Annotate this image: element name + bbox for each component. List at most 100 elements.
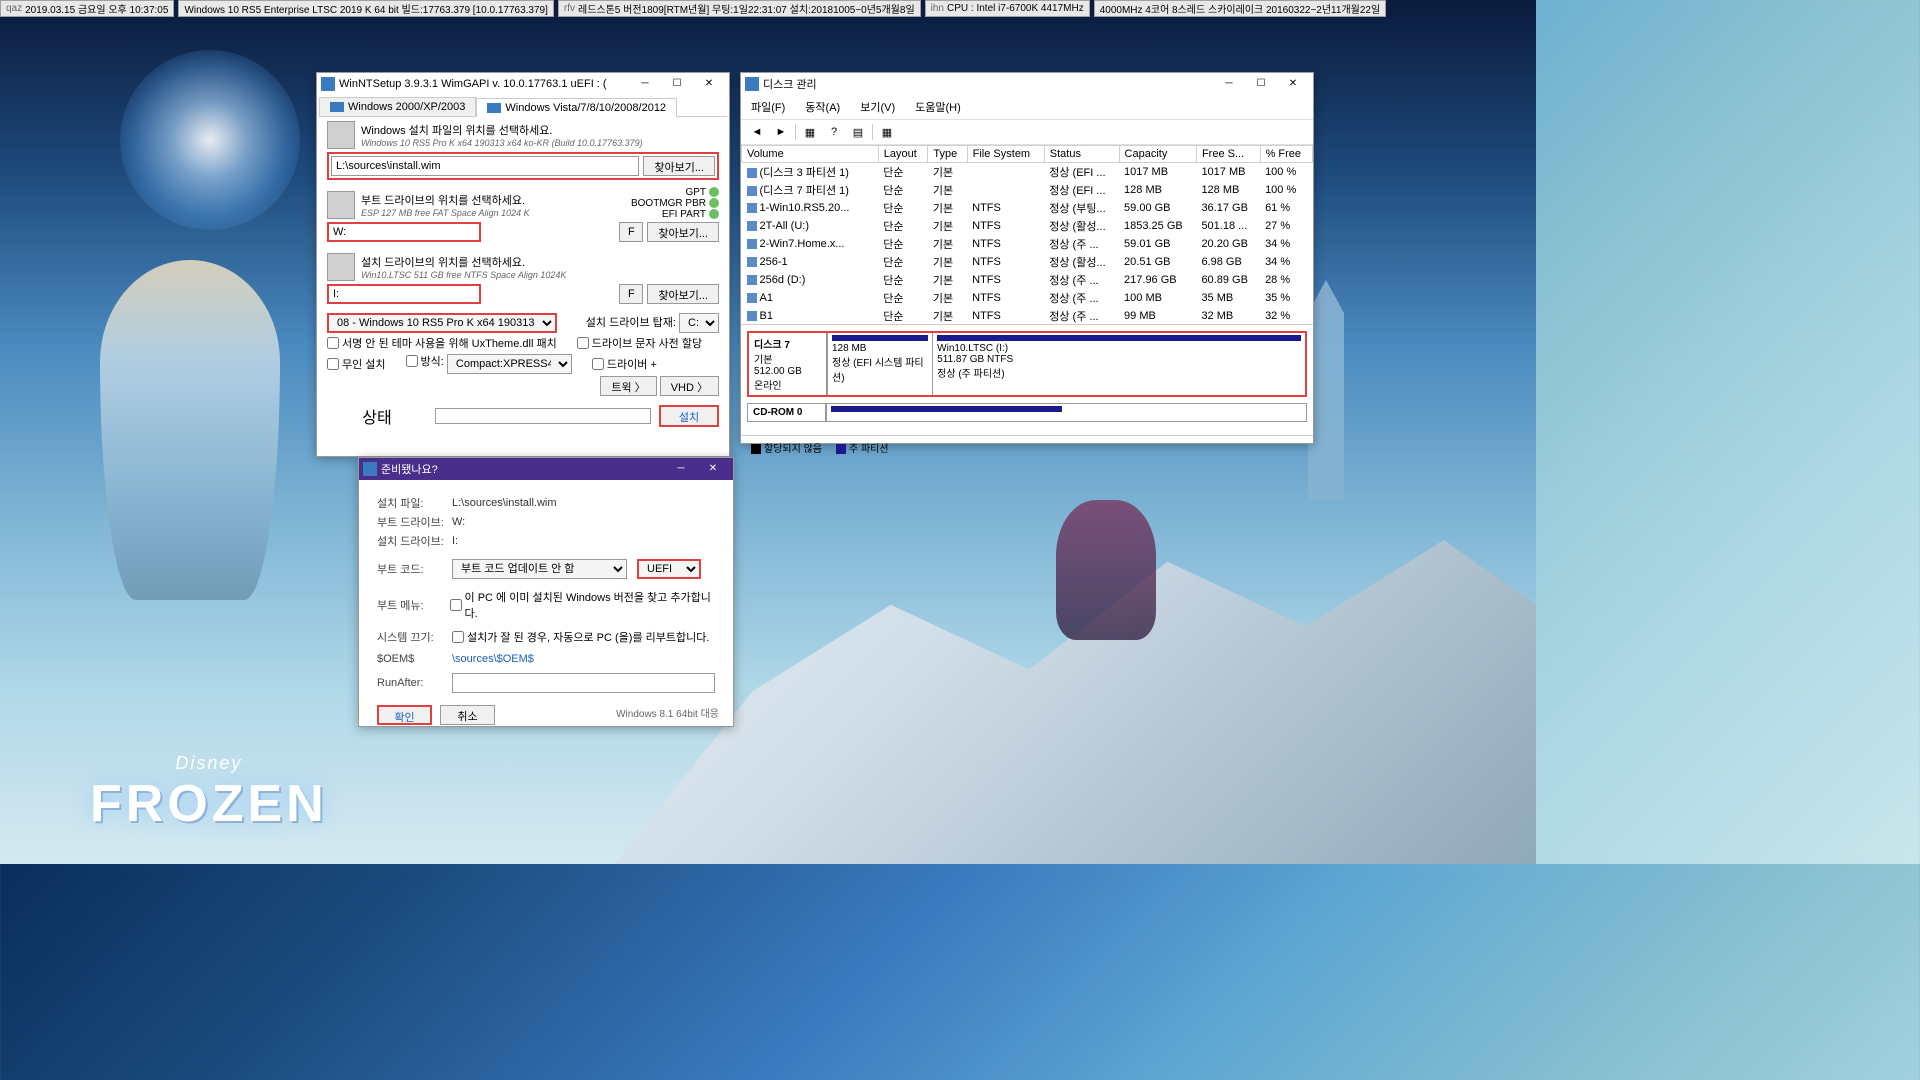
menu-view[interactable]: 보기(V) — [856, 97, 899, 117]
status-dot-icon — [709, 187, 719, 197]
titlebar[interactable]: WinNTSetup 3.9.3.1 WimGAPI v. 10.0.17763… — [317, 73, 729, 95]
col-type[interactable]: Type — [928, 146, 967, 163]
browse-button[interactable]: 찾아보기... — [643, 156, 715, 176]
col-capacity[interactable]: Capacity — [1119, 146, 1196, 163]
table-row[interactable]: 1-Win10.RS5.20...단순기본NTFS정상 (부팅...59.00 … — [742, 199, 1313, 217]
oem-link[interactable]: \sources\$OEM$ — [452, 653, 534, 665]
disk-graphical-panel[interactable]: 디스크 7 기본 512.00 GB 온라인 128 MB 정상 (EFI 시스… — [741, 325, 1313, 435]
install-source-input[interactable] — [331, 156, 639, 176]
vhd-button[interactable]: VHD 〉 — [660, 376, 719, 396]
cancel-button[interactable]: 취소 — [440, 705, 495, 725]
mode-check[interactable]: 방식: — [406, 353, 444, 369]
flag-icon — [487, 103, 501, 113]
bootmgr-label: BOOTMGR PBR — [631, 198, 706, 209]
info-item: rfv레드스톤5 버전1809[RTM년월] 무팅:1일22:31:07 설치:… — [558, 0, 921, 17]
titlebar[interactable]: 디스크 관리 ─ ☐ ✕ — [741, 73, 1313, 95]
gpt-label: GPT — [685, 187, 706, 198]
section-title: Windows 설치 파일의 위치를 선택하세요. — [361, 122, 643, 138]
bootmenu-check[interactable]: 이 PC 에 이미 설치된 Windows 버전을 찾고 추가합니다. — [450, 589, 715, 621]
label: RunAfter: — [377, 677, 452, 689]
edition-select[interactable]: 08 - Windows 10 RS5 Pro K x64 190313 v18… — [327, 313, 557, 333]
flag-icon — [330, 102, 344, 112]
tweak-button[interactable]: 트윅 〉 — [600, 376, 656, 396]
install-button[interactable]: 설치 — [659, 405, 719, 427]
partition-efi[interactable]: 128 MB 정상 (EFI 시스템 파티션) — [827, 333, 932, 395]
col-layout[interactable]: Layout — [878, 146, 928, 163]
install-drive-input[interactable] — [327, 284, 481, 304]
tab-xp[interactable]: Windows 2000/XP/2003 — [319, 97, 476, 116]
close-button[interactable]: ✕ — [693, 74, 725, 94]
shutdown-check[interactable]: 설치가 잘 된 경우, 자동으로 PC (을)를 리부트합니다. — [452, 629, 709, 645]
minimize-button[interactable]: ─ — [629, 74, 661, 94]
label: 시스템 끄기: — [377, 629, 452, 645]
disk-row[interactable]: 디스크 7 기본 512.00 GB 온라인 128 MB 정상 (EFI 시스… — [747, 331, 1307, 397]
menubar: 파일(F) 동작(A) 보기(V) 도움말(H) — [741, 95, 1313, 120]
format-button[interactable]: F — [619, 222, 643, 242]
uefi-select[interactable]: UEFI — [637, 559, 701, 579]
mount-select[interactable]: C: — [679, 313, 719, 333]
status-dot-icon — [709, 198, 719, 208]
app-icon — [745, 77, 759, 91]
volume-list[interactable]: Volume Layout Type File System Status Ca… — [741, 145, 1313, 325]
menu-file[interactable]: 파일(F) — [747, 97, 789, 117]
format-button[interactable]: F — [619, 284, 643, 304]
label: 설치 파일: — [377, 495, 452, 511]
tab-vista[interactable]: Windows Vista/7/8/10/2008/2012 — [476, 98, 677, 117]
table-row[interactable]: A1단순기본NTFS정상 (주 ...100 MB35 MB35 % — [742, 289, 1313, 307]
col-status[interactable]: Status — [1044, 146, 1119, 163]
browse-button[interactable]: 찾아보기... — [647, 222, 719, 242]
col-free[interactable]: Free S... — [1196, 146, 1260, 163]
table-row[interactable]: 256-1단순기본NTFS정상 (활성...20.51 GB6.98 GB34 … — [742, 253, 1313, 271]
maximize-button[interactable]: ☐ — [661, 74, 693, 94]
settings-icon[interactable]: ▤ — [848, 122, 868, 142]
help-icon[interactable]: ? — [824, 122, 844, 142]
app-icon — [321, 77, 335, 91]
boot-code-select[interactable]: 부트 코드 업데이트 안 함 — [452, 559, 627, 579]
mode-select[interactable]: Compact:XPRESS4K — [447, 354, 572, 374]
maximize-button[interactable]: ☐ — [1245, 74, 1277, 94]
menu-help[interactable]: 도움말(H) — [911, 97, 965, 117]
label: $OEM$ — [377, 653, 452, 665]
table-row[interactable]: (디스크 3 파티션 1)단순기본정상 (EFI ...1017 MB1017 … — [742, 163, 1313, 182]
drive-icon — [327, 253, 355, 281]
close-button[interactable]: ✕ — [1277, 74, 1309, 94]
section-subtitle: Win10.LTSC 511 GB free NTFS Space Align … — [361, 270, 566, 280]
driver-check[interactable]: 드라이버 + — [592, 353, 657, 374]
browse-button[interactable]: 찾아보기... — [647, 284, 719, 304]
tool-icon[interactable]: ▦ — [800, 122, 820, 142]
table-row[interactable]: B1단순기본NTFS정상 (주 ...99 MB32 MB32 % — [742, 307, 1313, 325]
titlebar[interactable]: 준비됐나요? ─ ✕ — [359, 458, 733, 480]
info-item: Windows 10 RS5 Enterprise LTSC 2019 K 64… — [178, 0, 553, 17]
table-row[interactable]: 2-Win7.Home.x...단순기본NTFS정상 (주 ...59.01 G… — [742, 235, 1313, 253]
partition-main[interactable]: Win10.LTSC (I:) 511.87 GB NTFS 정상 (주 파티션… — [932, 333, 1305, 395]
back-icon[interactable]: ◄ — [747, 122, 767, 142]
disk-name: CD-ROM 0 — [753, 407, 802, 418]
mount-label: 설치 드라이브 탑재: — [586, 317, 676, 329]
uxtheme-check[interactable]: 서명 안 된 테마 사용을 위해 UxTheme.dll 패치 — [327, 335, 557, 351]
wallpaper-figure-right — [1056, 500, 1156, 640]
close-button[interactable]: ✕ — [697, 459, 729, 479]
options-area: 08 - Windows 10 RS5 Pro K x64 190313 v18… — [317, 311, 729, 398]
col-fs[interactable]: File System — [967, 146, 1044, 163]
preassign-check[interactable]: 드라이브 문자 사전 할당 — [577, 335, 702, 351]
minimize-button[interactable]: ─ — [665, 459, 697, 479]
forward-icon[interactable]: ► — [771, 122, 791, 142]
runafter-input[interactable] — [452, 673, 715, 693]
col-pct[interactable]: % Free — [1260, 146, 1312, 163]
list-icon[interactable]: ▦ — [877, 122, 897, 142]
table-row[interactable]: 256d (D:)단순기본NTFS정상 (주 ...217.96 GB60.89… — [742, 271, 1313, 289]
table-row[interactable]: (디스크 7 파티션 1)단순기본정상 (EFI ...128 MB128 MB… — [742, 181, 1313, 199]
boot-drive-input[interactable] — [327, 222, 481, 242]
drive-icon — [327, 191, 355, 219]
section-subtitle: ESP 127 MB free FAT Space Align 1024 K — [361, 208, 530, 218]
wallpaper-flare — [120, 50, 300, 230]
section-title: 부트 드라이브의 위치를 선택하세요. — [361, 192, 530, 208]
table-row[interactable]: 2T-All (U:)단순기본NTFS정상 (활성...1853.25 GB50… — [742, 217, 1313, 235]
ok-button[interactable]: 확인 — [377, 705, 432, 725]
col-volume[interactable]: Volume — [742, 146, 879, 163]
unattend-check[interactable]: 무인 설치 — [327, 353, 386, 374]
label: 설치 드라이브: — [377, 533, 452, 549]
disk-row-cdrom[interactable]: CD-ROM 0 — [747, 403, 1307, 422]
menu-action[interactable]: 동작(A) — [801, 97, 844, 117]
minimize-button[interactable]: ─ — [1213, 74, 1245, 94]
